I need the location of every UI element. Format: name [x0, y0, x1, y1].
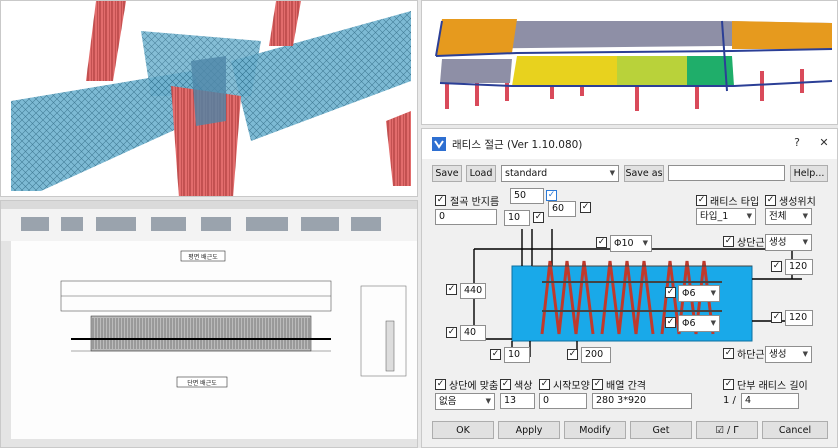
spacing-label: 배열 간격	[606, 381, 646, 392]
upper-bar-value: 생성	[769, 237, 787, 248]
lower-bar-dia-checkbox[interactable]: ✓	[665, 317, 676, 328]
lower-bar-checkbox[interactable]: ✓	[723, 348, 734, 359]
section-title: 단면 배근도	[187, 379, 217, 387]
dim-top-60-checkbox[interactable]: ✓	[580, 202, 591, 213]
dim-top-50-checkbox[interactable]: ✓	[546, 190, 557, 201]
apply-button[interactable]: Apply	[498, 421, 560, 439]
start-shape-input[interactable]: 0	[539, 393, 587, 409]
dim-right-bottom-input[interactable]: 120	[785, 310, 813, 326]
upper-bar-select[interactable]: 생성 ▼	[765, 234, 812, 251]
ok-button[interactable]: OK	[432, 421, 494, 439]
dim-left-440-checkbox[interactable]: ✓	[446, 284, 457, 295]
upper-bar-dia-value: Φ6	[682, 288, 696, 299]
dim-top-50-input[interactable]: 50	[510, 188, 544, 204]
create-position-checkbox[interactable]: ✓	[765, 195, 776, 206]
lower-bar-dia-select[interactable]: Φ6 ▼	[678, 315, 720, 332]
color-label: 색상	[514, 381, 533, 392]
dim-left-40-checkbox[interactable]: ✓	[446, 327, 457, 338]
upper-bar-label: 상단근	[737, 238, 765, 249]
frame-3d-view	[421, 0, 838, 125]
dim-left-440-input[interactable]: 440	[460, 283, 486, 299]
lattice-type-select[interactable]: 타입_1 ▼	[696, 208, 756, 225]
spacing-checkbox[interactable]: ✓	[592, 379, 603, 390]
pick-button[interactable]: ☑ / Γ	[696, 421, 758, 439]
lattice-type-checkbox[interactable]: ✓	[696, 195, 707, 206]
lattice-type-value: 타입_1	[700, 211, 729, 222]
fit-to-top-select[interactable]: 없음 ▼	[435, 393, 495, 410]
lower-bar-label: 하단근	[737, 350, 765, 361]
fit-to-top-label: 상단에 맞춤	[449, 381, 499, 392]
color-input[interactable]: 13	[500, 393, 535, 409]
dim-top-60-input[interactable]: 60	[548, 201, 576, 217]
fit-to-top-value: 없음	[439, 396, 457, 407]
chevron-down-icon: ▼	[802, 350, 808, 358]
dim-bottom-10-checkbox[interactable]: ✓	[490, 349, 501, 360]
joint-half-length-label: 절곡 반지름	[450, 197, 500, 208]
dim-top-10-checkbox[interactable]: ✓	[533, 212, 544, 223]
get-button[interactable]: Get	[630, 421, 692, 439]
lower-bar-select[interactable]: 생성 ▼	[765, 346, 812, 363]
dim-bottom-10-input[interactable]: 10	[504, 347, 530, 363]
dim-right-top-input[interactable]: 120	[785, 259, 813, 275]
chevron-down-icon: ▼	[802, 212, 808, 220]
cad-drawing-view: 평면 배근도 단면 배근도	[0, 200, 418, 448]
create-position-value: 전체	[769, 211, 787, 222]
main-bar-checkbox[interactable]: ✓	[596, 237, 607, 248]
end-length-input[interactable]: 4	[741, 393, 799, 409]
dim-right-bottom-checkbox[interactable]: ✓	[771, 312, 782, 323]
start-shape-label: 시작모양	[553, 381, 590, 392]
lower-bar-value: 생성	[769, 349, 787, 360]
chevron-down-icon: ▼	[802, 238, 808, 246]
create-position-label: 생성위치	[779, 197, 816, 208]
create-position-select[interactable]: 전체 ▼	[765, 208, 812, 225]
upper-bar-dia-select[interactable]: Φ6 ▼	[678, 285, 720, 302]
dim-top-10-input[interactable]: 10	[504, 210, 530, 226]
end-length-prefix: 1 /	[723, 395, 736, 406]
fit-to-top-checkbox[interactable]: ✓	[435, 379, 446, 390]
dim-right-top-checkbox[interactable]: ✓	[771, 261, 782, 272]
rebar-3d-view	[0, 0, 418, 197]
modify-button[interactable]: Modify	[564, 421, 626, 439]
plan-title: 평면 배근도	[188, 253, 218, 261]
lattice-dialog: 래티스 절근 (Ver 1.10.080) ? ✕ Save Load stan…	[421, 128, 838, 448]
chevron-down-icon: ▼	[710, 319, 716, 327]
end-length-label: 단부 래티스 길이	[737, 381, 808, 392]
chevron-down-icon: ▼	[746, 212, 752, 220]
chevron-down-icon: ▼	[485, 397, 491, 405]
joint-half-length-checkbox[interactable]: ✓	[435, 195, 446, 206]
chevron-down-icon: ▼	[642, 239, 648, 247]
end-length-checkbox[interactable]: ✓	[723, 379, 734, 390]
dim-bottom-200-checkbox[interactable]: ✓	[567, 349, 578, 360]
joint-half-length-input[interactable]: 0	[435, 209, 497, 225]
dim-left-40-input[interactable]: 40	[460, 325, 486, 341]
upper-bar-checkbox[interactable]: ✓	[723, 236, 734, 247]
lattice-type-label: 래티스 타입	[710, 197, 760, 208]
frame-3d-drawing	[422, 1, 837, 124]
spacing-input[interactable]: 280 3*920	[592, 393, 692, 409]
dim-bottom-200-input[interactable]: 200	[581, 347, 611, 363]
cad-drawing: 평면 배근도 단면 배근도	[1, 201, 417, 447]
start-shape-checkbox[interactable]: ✓	[539, 379, 550, 390]
main-bar-dia-value: Φ10	[614, 238, 634, 249]
lower-bar-dia-value: Φ6	[682, 318, 696, 329]
cancel-button[interactable]: Cancel	[762, 421, 828, 439]
color-checkbox[interactable]: ✓	[500, 379, 511, 390]
rebar-3d-drawing	[1, 1, 417, 196]
chevron-down-icon: ▼	[710, 289, 716, 297]
main-bar-dia-select[interactable]: Φ10 ▼	[610, 235, 652, 252]
upper-bar-dia-checkbox[interactable]: ✓	[665, 287, 676, 298]
